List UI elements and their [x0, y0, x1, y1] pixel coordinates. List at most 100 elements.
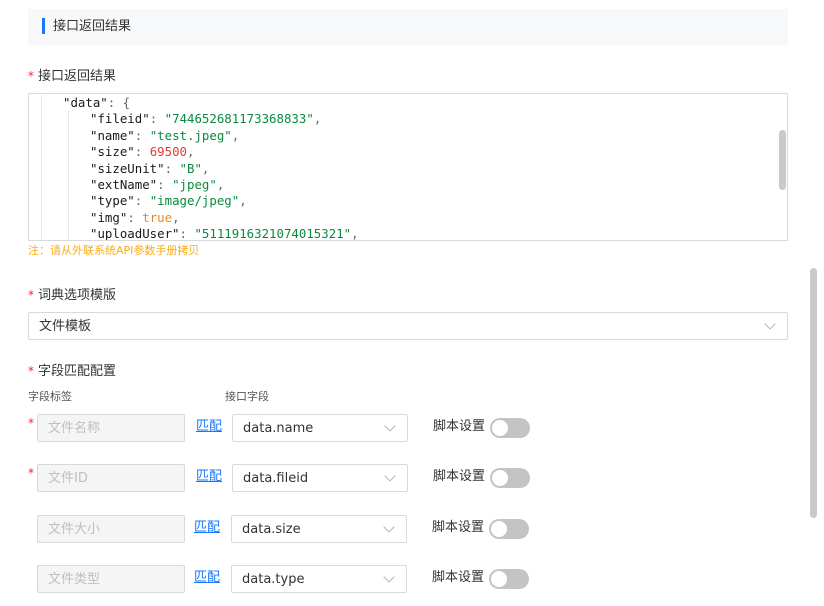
- code-token: :: [134, 193, 150, 209]
- api-field-select[interactable]: data.fileid: [232, 464, 408, 492]
- code-line: "sizeUnit": "B",: [29, 160, 787, 177]
- toggle-knob: [491, 571, 507, 587]
- code-token: ,: [216, 176, 225, 192]
- api-field-value: data.fileid: [243, 471, 309, 486]
- indent-guide: [68, 209, 69, 227]
- api-field-value: data.type: [242, 572, 305, 587]
- code-token: :: [179, 226, 195, 241]
- indent-guide: [41, 127, 42, 145]
- code-token: ,: [201, 160, 210, 176]
- api-field-value: data.size: [242, 522, 301, 537]
- match-link[interactable]: 匹配: [194, 519, 220, 537]
- indent-guide: [68, 144, 69, 161]
- dict-template-value: 文件模板: [39, 319, 92, 334]
- code-line: "name": "test.jpeg",: [29, 127, 787, 145]
- code-token: ,: [313, 111, 322, 127]
- code-line: "data": {: [29, 95, 787, 112]
- script-setting-label: 脚本设置: [432, 520, 485, 535]
- field-mapping-label-text: 字段匹配配置: [38, 364, 117, 379]
- field-label-placeholder: 文件类型: [48, 572, 101, 587]
- required-mark: *: [28, 288, 34, 302]
- script-setting-label: 脚本设置: [432, 570, 485, 585]
- code-token: "uploadUser": [90, 226, 180, 241]
- code-line: "type": "image/jpeg",: [29, 193, 787, 210]
- indent-guide: [68, 176, 69, 194]
- required-mark: *: [28, 364, 34, 378]
- code-content: "data": {"fileid": "744652681173368833",…: [29, 94, 787, 241]
- field-label-input[interactable]: 文件ID: [37, 464, 185, 492]
- code-token: ,: [172, 209, 180, 225]
- field-label-placeholder: 文件ID: [48, 471, 88, 486]
- match-link[interactable]: 匹配: [194, 569, 220, 587]
- script-toggle[interactable]: [489, 569, 529, 589]
- result-code-editor[interactable]: "data": {"fileid": "744652681173368833",…: [28, 93, 788, 241]
- required-mark: *: [28, 69, 34, 83]
- chevron-down-icon: [764, 318, 776, 330]
- code-line: "extName": "jpeg",: [29, 176, 787, 194]
- code-token: :: [149, 111, 165, 127]
- indent-guide: [68, 160, 69, 177]
- match-link[interactable]: 匹配: [196, 468, 222, 486]
- code-token: : {: [107, 95, 131, 110]
- indent-guide: [41, 176, 42, 194]
- code-line: "img": true,: [29, 209, 787, 227]
- dict-template-label-text: 词典选项模版: [38, 288, 117, 303]
- code-token: ,: [239, 193, 247, 209]
- code-token: :: [134, 144, 150, 160]
- code-token: "fileid": [90, 111, 150, 127]
- col-api-field: 接口字段: [225, 390, 269, 403]
- field-label-input[interactable]: 文件大小: [37, 515, 185, 543]
- code-token: ,: [187, 144, 195, 160]
- script-toggle[interactable]: [490, 468, 530, 488]
- code-token: "image/jpeg": [149, 193, 240, 209]
- section-title: 接口返回结果: [53, 19, 132, 34]
- code-token: "name": [90, 127, 135, 143]
- section-header: 接口返回结果: [28, 9, 788, 45]
- api-field-select[interactable]: data.name: [232, 414, 408, 442]
- code-line: "size": 69500,: [29, 144, 787, 161]
- field-label-input[interactable]: 文件名称: [37, 414, 185, 442]
- indent-guide: [41, 111, 42, 128]
- code-token: "data": [63, 95, 108, 110]
- code-token: "B": [179, 160, 202, 176]
- code-token: true: [142, 209, 173, 225]
- code-token: :: [164, 160, 180, 176]
- code-token: ,: [351, 226, 359, 241]
- field-label-input[interactable]: 文件类型: [37, 565, 185, 593]
- code-line: "uploadUser": "5111916321074015321",: [29, 226, 787, 241]
- api-field-select[interactable]: data.size: [231, 515, 407, 543]
- match-link[interactable]: 匹配: [196, 418, 222, 436]
- toggle-knob: [492, 420, 508, 436]
- api-field-value: data.name: [243, 421, 314, 436]
- indent-guide: [41, 160, 42, 177]
- page-scrollbar[interactable]: [810, 268, 817, 518]
- code-token: "sizeUnit": [90, 160, 165, 176]
- required-mark: *: [28, 466, 34, 480]
- toggle-knob: [492, 470, 508, 486]
- code-token: 69500: [149, 144, 187, 160]
- code-token: ,: [231, 127, 240, 143]
- api-field-select[interactable]: data.type: [231, 565, 407, 593]
- dict-template-label: * 词典选项模版: [28, 286, 116, 305]
- script-toggle[interactable]: [489, 519, 529, 539]
- script-toggle[interactable]: [490, 418, 530, 438]
- indent-guide: [41, 144, 42, 161]
- indent-guide: [68, 193, 69, 210]
- required-mark: *: [28, 416, 34, 430]
- chevron-down-icon: [383, 521, 395, 533]
- chevron-down-icon: [384, 420, 396, 432]
- script-setting-label: 脚本设置: [433, 419, 486, 434]
- indent-guide: [68, 226, 69, 240]
- code-token: "744652681173368833": [164, 111, 314, 127]
- dict-template-select[interactable]: 文件模板: [28, 312, 788, 340]
- section-accent-bar: [42, 18, 45, 34]
- code-line: "fileid": "744652681173368833",: [29, 111, 787, 128]
- indent-guide: [41, 209, 42, 227]
- code-token: "size": [90, 144, 135, 160]
- code-scrollbar[interactable]: [779, 130, 786, 190]
- field-label-placeholder: 文件大小: [48, 522, 101, 537]
- indent-guide: [68, 127, 69, 145]
- code-token: "type": [90, 193, 135, 209]
- code-token: :: [134, 127, 150, 143]
- indent-guide: [41, 95, 42, 112]
